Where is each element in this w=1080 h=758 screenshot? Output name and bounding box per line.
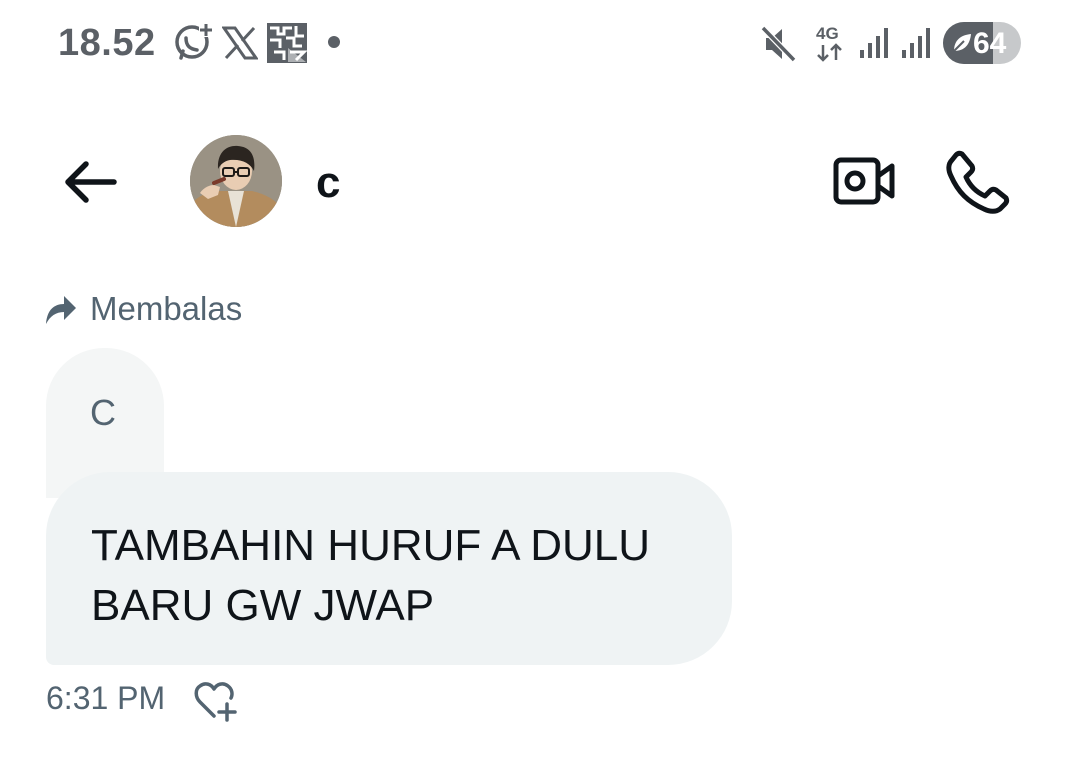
quoted-message-text: C (90, 392, 116, 433)
battery-saver-icon (953, 34, 971, 52)
signal-icon (902, 28, 930, 58)
contact-name[interactable]: c (316, 158, 340, 208)
message-time: 6:31 PM (46, 680, 166, 716)
reply-forward-icon (46, 296, 76, 324)
battery-level: 64 (973, 27, 1007, 60)
back-arrow-icon[interactable] (58, 154, 122, 210)
conversation-header: c (0, 120, 1080, 240)
app-icon (267, 23, 308, 63)
message-bubble[interactable]: TAMBAHIN HURUF A DULU BARU GW JWAP (46, 472, 732, 665)
status-time: 18.52 (58, 22, 156, 64)
avatar[interactable] (190, 135, 282, 227)
avatar-image (190, 135, 282, 227)
message-text: TAMBAHIN HURUF A DULU BARU GW JWAP (91, 521, 651, 630)
svg-text:4G: 4G (816, 24, 839, 43)
phone-call-icon[interactable] (944, 148, 1010, 214)
status-bar: 18.52 4G 64 (0, 0, 1080, 90)
x-logo-icon (222, 26, 258, 60)
video-call-icon[interactable] (832, 152, 896, 212)
notification-dot (328, 36, 340, 48)
network-4g-icon: 4G (816, 24, 842, 62)
whatsapp-plus-icon (175, 23, 213, 60)
add-reaction-heart-icon[interactable] (192, 680, 238, 722)
reply-label: Membalas (90, 290, 243, 327)
mute-icon (760, 25, 797, 63)
signal-icon (860, 28, 888, 58)
battery-indicator: 64 (943, 22, 1021, 64)
